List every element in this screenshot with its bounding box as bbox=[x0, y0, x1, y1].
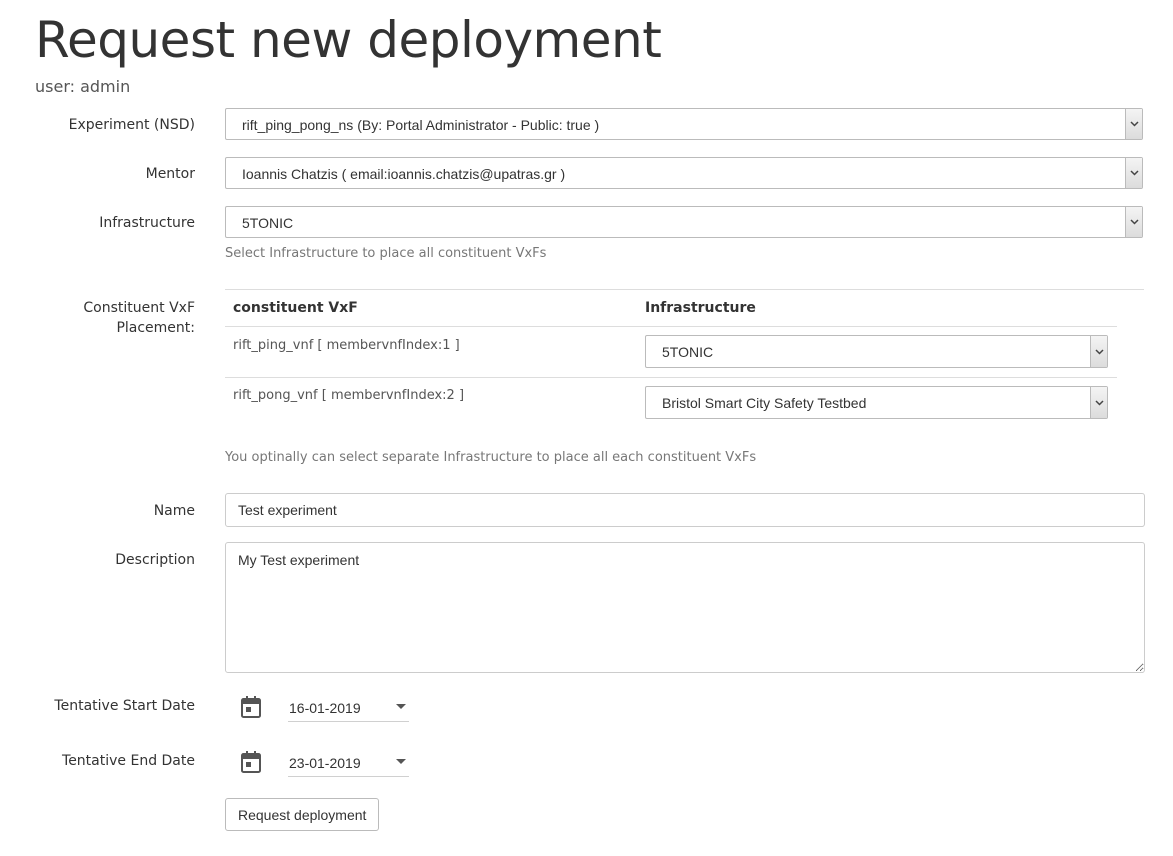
mentor-select-value: Ioannis Chatzis ( email:ioannis.chatzis@… bbox=[242, 166, 566, 182]
experiment-select[interactable]: rift_ping_pong_ns (By: Portal Administra… bbox=[225, 108, 1143, 140]
infrastructure-label: Infrastructure bbox=[99, 215, 195, 231]
mentor-label: Mentor bbox=[145, 166, 195, 182]
placement-label-line1: Constituent VxF bbox=[83, 300, 195, 316]
table-divider bbox=[225, 289, 1144, 290]
column-header-infrastructure: Infrastructure bbox=[645, 300, 756, 316]
vxf-infrastructure-select[interactable]: 5TONIC bbox=[645, 335, 1108, 368]
chevron-down-icon[interactable] bbox=[1125, 158, 1142, 188]
start-date-value: 16-01-2019 bbox=[289, 700, 361, 716]
calendar-icon[interactable] bbox=[241, 696, 261, 718]
current-user: user: admin bbox=[35, 77, 131, 96]
chevron-down-icon[interactable] bbox=[1090, 336, 1107, 367]
calendar-icon[interactable] bbox=[241, 751, 261, 773]
table-row-divider bbox=[225, 326, 1117, 327]
vxf-name: rift_pong_vnf [ membervnfIndex:2 ] bbox=[233, 388, 465, 403]
caret-down-icon[interactable] bbox=[396, 704, 406, 709]
end-date-picker[interactable]: 23-01-2019 bbox=[288, 749, 409, 777]
name-label: Name bbox=[153, 503, 195, 519]
start-date-label: Tentative Start Date bbox=[54, 698, 195, 714]
page-title: Request new deployment bbox=[35, 11, 662, 69]
chevron-down-icon[interactable] bbox=[1125, 109, 1142, 139]
placement-label: Constituent VxF Placement: bbox=[83, 298, 195, 338]
experiment-label: Experiment (NSD) bbox=[68, 117, 195, 133]
start-date-picker[interactable]: 16-01-2019 bbox=[288, 694, 409, 722]
infrastructure-select[interactable]: 5TONIC bbox=[225, 206, 1143, 238]
column-header-vxf: constituent VxF bbox=[233, 300, 358, 316]
table-row-divider bbox=[225, 377, 1117, 378]
vxf-name: rift_ping_vnf [ membervnfIndex:1 ] bbox=[233, 338, 460, 353]
request-deployment-button[interactable]: Request deployment bbox=[225, 798, 380, 831]
caret-down-icon[interactable] bbox=[396, 759, 406, 764]
chevron-down-icon[interactable] bbox=[1125, 207, 1142, 237]
experiment-select-value: rift_ping_pong_ns (By: Portal Administra… bbox=[242, 117, 600, 133]
infrastructure-help-text: Select Infrastructure to place all const… bbox=[225, 246, 547, 261]
infrastructure-select-value: 5TONIC bbox=[242, 215, 294, 231]
vxf-infrastructure-select[interactable]: Bristol Smart City Safety Testbed bbox=[645, 386, 1108, 419]
description-textarea[interactable]: My Test experiment bbox=[225, 542, 1145, 673]
vxf-infrastructure-value: 5TONIC bbox=[662, 344, 714, 360]
end-date-value: 23-01-2019 bbox=[289, 755, 361, 771]
end-date-label: Tentative End Date bbox=[62, 753, 195, 769]
placement-label-line2: Placement: bbox=[116, 320, 195, 336]
name-input[interactable] bbox=[225, 493, 1145, 527]
vxf-infrastructure-value: Bristol Smart City Safety Testbed bbox=[662, 395, 867, 411]
placement-help-text: You optinally can select separate Infras… bbox=[225, 450, 757, 465]
chevron-down-icon[interactable] bbox=[1090, 387, 1107, 418]
mentor-select[interactable]: Ioannis Chatzis ( email:ioannis.chatzis@… bbox=[225, 157, 1143, 189]
description-label: Description bbox=[115, 552, 195, 568]
